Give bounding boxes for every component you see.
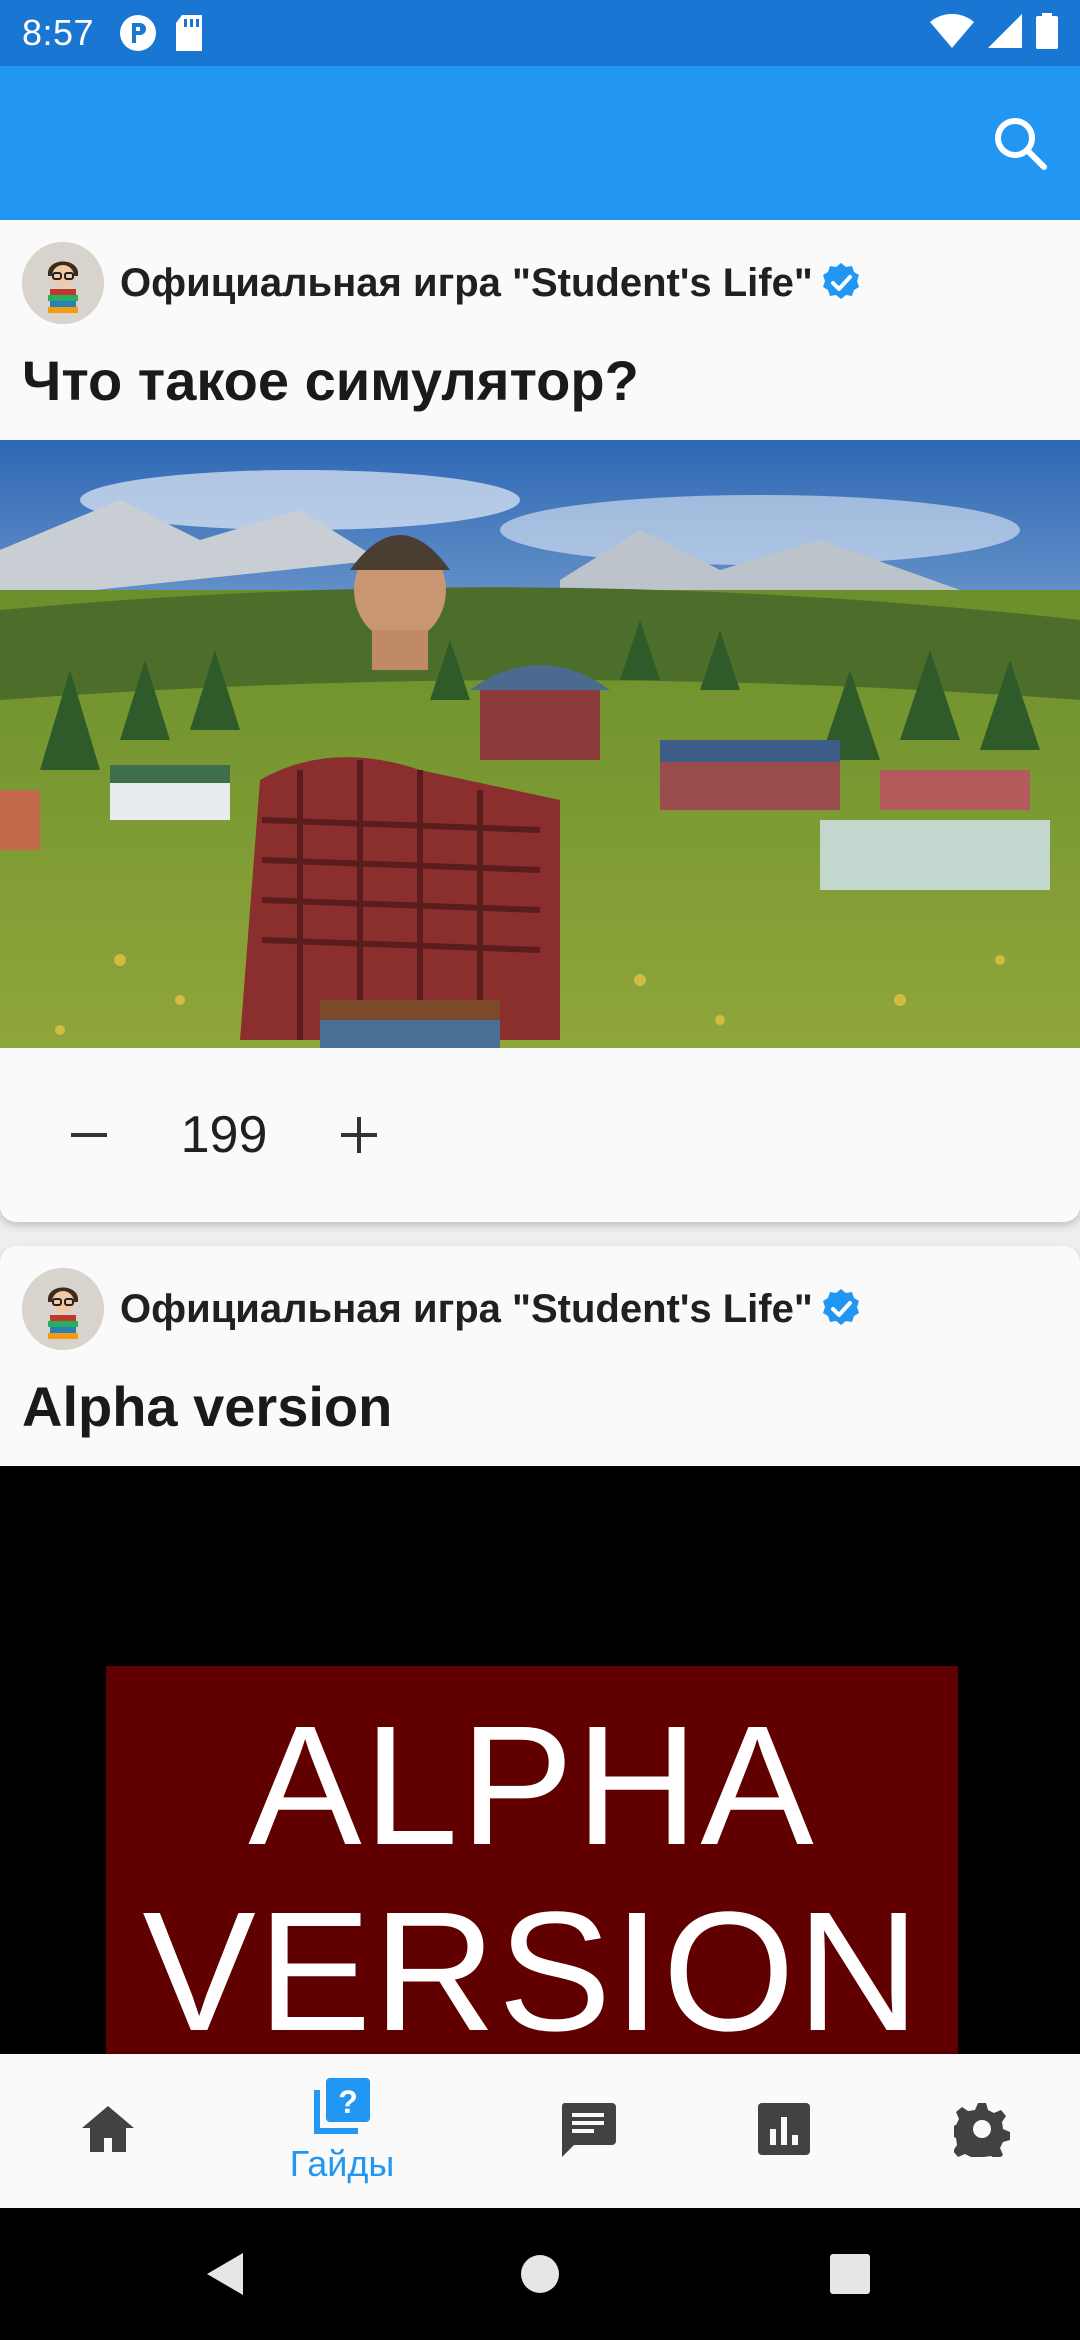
post-image[interactable]: ALPHA VERSION: [0, 1466, 1080, 2054]
feed[interactable]: Официальная игра "Student's Life" Что та…: [0, 220, 1080, 2054]
vote-bar: 199: [0, 1048, 1080, 1222]
guides-icon: ?: [312, 2077, 372, 2141]
vote-score: 199: [180, 1106, 268, 1164]
bottom-navigation: ? Гайды: [0, 2054, 1080, 2208]
app-bar: [0, 66, 1080, 220]
search-icon[interactable]: [990, 113, 1050, 173]
alpha-version-banner: ALPHA VERSION: [106, 1666, 958, 2054]
post-author[interactable]: Официальная игра "Student's Life": [22, 242, 863, 324]
settings-icon: [949, 2101, 1010, 2164]
verified-badge-icon: [819, 1287, 863, 1331]
back-icon[interactable]: [196, 2244, 256, 2304]
battery-icon: [1036, 12, 1058, 54]
nav-item-chat[interactable]: [480, 2054, 696, 2208]
home-circle-icon[interactable]: [510, 2244, 570, 2304]
recents-icon[interactable]: [820, 2244, 880, 2304]
home-icon: [80, 2104, 136, 2159]
nav-label-guides: Гайды: [289, 2142, 395, 2184]
stats-icon: [758, 2102, 810, 2160]
system-navigation-bar: [0, 2208, 1080, 2340]
verified-badge-icon: [819, 261, 863, 305]
sd-card-icon: [174, 15, 204, 51]
banner-line-2: VERSION: [142, 1877, 922, 2054]
post-author[interactable]: Официальная игра "Student's Life": [22, 1268, 863, 1350]
author-name[interactable]: Официальная игра "Student's Life": [120, 1287, 813, 1332]
minus-icon[interactable]: [46, 1092, 132, 1178]
post-image[interactable]: [0, 440, 1080, 1048]
wifi-icon: [930, 13, 974, 53]
status-bar: 8:57: [0, 0, 1080, 66]
post-title[interactable]: Alpha version: [22, 1374, 392, 1439]
chat-icon: [560, 2101, 616, 2162]
nav-item-stats[interactable]: [676, 2054, 892, 2208]
avatar[interactable]: [22, 1268, 104, 1350]
author-name[interactable]: Официальная игра "Student's Life": [120, 261, 813, 306]
p-badge-icon: [118, 13, 158, 53]
svg-text:?: ?: [338, 2084, 358, 2120]
avatar[interactable]: [22, 242, 104, 324]
post-card[interactable]: Официальная игра "Student's Life" Alpha …: [0, 1246, 1080, 2054]
banner-line-1: ALPHA: [248, 1691, 816, 1881]
status-time: 8:57: [22, 12, 95, 53]
post-card[interactable]: Официальная игра "Student's Life" Что та…: [0, 220, 1080, 1222]
nav-item-guides[interactable]: ? Гайды: [234, 2054, 450, 2208]
plus-icon[interactable]: [316, 1092, 402, 1178]
nav-item-settings[interactable]: [874, 2054, 1080, 2208]
signal-icon: [988, 13, 1022, 53]
nav-item-home[interactable]: [0, 2054, 216, 2208]
post-title[interactable]: Что такое симулятор?: [22, 348, 639, 413]
